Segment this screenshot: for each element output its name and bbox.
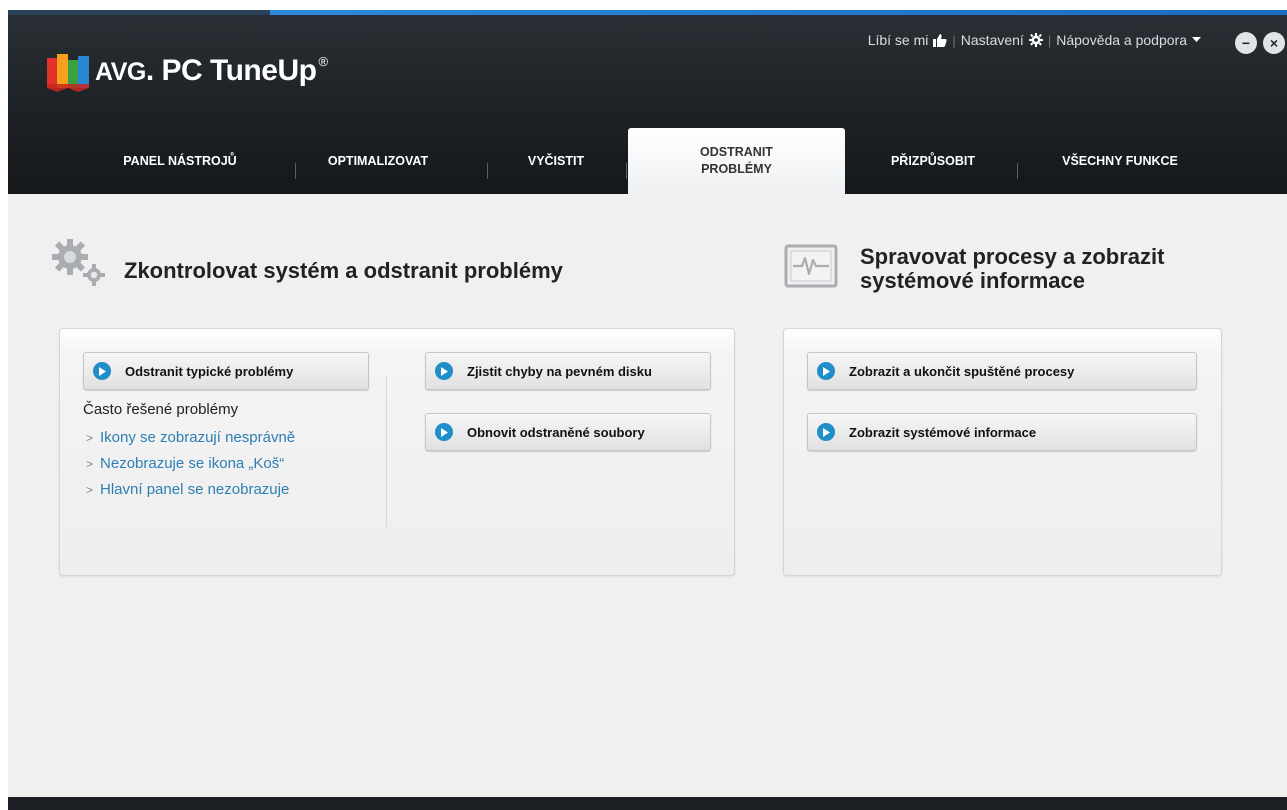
tab-separator [1017,163,1018,179]
tab-vsechny-funkce[interactable]: VŠECHNY FUNKCE [1025,128,1215,194]
settings-link-label: Nastavení [960,32,1024,48]
right-title-line1: Spravovat procesy a zobrazit [860,244,1165,269]
play-icon [817,362,835,380]
tab-separator [626,163,627,179]
fix-common-problems-label: Odstranit typické problémy [125,363,294,379]
fix-common-problems-button[interactable]: Odstranit typické problémy [83,352,369,390]
play-icon [817,423,835,441]
left-section-title: Zkontrolovat systém a odstranit problémy [124,258,563,283]
link-separator: | [952,32,956,48]
common-problems-label: Často řešené problémy [83,401,239,418]
gears-icon [52,239,105,286]
processes-label: Zobrazit a ukončit spuštěné procesy [849,363,1075,379]
restore-files-label: Obnovit odstraněné soubory [467,424,645,440]
help-link-label: Nápověda a podpora [1056,32,1187,48]
panel-divider [386,377,387,527]
logo-product: PC TuneUp [161,54,317,87]
play-icon [93,362,111,380]
processes-button[interactable]: Zobrazit a ukončit spuštěné procesy [807,352,1197,390]
problem-link-label: Ikony se zobrazují nesprávně [100,429,296,446]
window-controls: − × [1229,32,1285,54]
help-support-link[interactable]: Nápověda a podpora [1056,32,1201,48]
problem-link-icons[interactable]: > Ikony se zobrazují nesprávně [86,429,295,446]
system-info-label: Zobrazit systémové informace [849,424,1037,440]
link-separator: | [1047,32,1052,48]
tab-panel-nastroju[interactable]: PANEL NÁSTROJŮ [100,128,260,194]
tab-separator [487,163,488,179]
avg-logo-icon [47,54,89,92]
problem-link-label: Hlavní panel se nezobrazuje [100,481,290,498]
header-bar: AVG. PC TuneUp® Líbí se mi | Nastavení [8,10,1287,194]
tab-odstranit-problemy[interactable]: ODSTRANIT PROBLÉMY [628,128,845,194]
right-section-title: Spravovat procesy a zobrazit systémové i… [860,245,1164,293]
logo-brand: AVG [95,58,146,86]
tab-prizpusobit[interactable]: PŘIZPŮSOBIT [853,128,1013,194]
minimize-button[interactable]: − [1235,32,1257,54]
problem-link-label: Nezobrazuje se ikona „Koš“ [100,455,285,472]
right-title-line2: systémové informace [860,268,1085,293]
settings-link[interactable]: Nastavení [961,32,1043,48]
logo-text: AVG. PC TuneUp ® [95,54,328,87]
tab-vycistit[interactable]: VYČISTIT [496,128,616,194]
like-link-label: Líbí se mi [867,32,929,48]
check-disk-button[interactable]: Zjistit chyby na pevném disku [425,352,711,390]
play-icon [435,423,453,441]
tab-optimalizovat[interactable]: OPTIMALIZOVAT [303,128,453,194]
tab-label-line1: ODSTRANIT [700,145,773,159]
play-icon [435,362,453,380]
chevron-right-icon: > [86,457,94,471]
app-window: AVG. PC TuneUp® Líbí se mi | Nastavení [8,10,1287,810]
app-logo: AVG. PC TuneUp ® [45,48,328,94]
title-accent-progress [270,10,1287,15]
system-info-button[interactable]: Zobrazit systémové informace [807,413,1197,451]
logo-registered-mark: ® [318,54,328,69]
restore-files-button[interactable]: Obnovit odstraněné soubory [425,413,711,451]
problem-link-taskbar[interactable]: > Hlavní panel se nezobrazuje [86,481,289,498]
tab-label-line2: PROBLÉMY [701,162,772,176]
chevron-right-icon: > [86,483,94,497]
check-disk-label: Zjistit chyby na pevném disku [467,363,652,379]
monitor-pulse-icon [784,244,838,288]
like-link[interactable]: Líbí se mi [868,32,948,48]
tab-separator [295,163,296,179]
footer-bar [8,797,1287,810]
caret-down-icon [1192,37,1201,42]
thumbs-up-icon [933,33,948,47]
main-nav: PANEL NÁSTROJŮ OPTIMALIZOVAT VYČISTIT OD… [8,128,1287,194]
top-links: Líbí se mi | Nastavení | Nápověda a podp… [868,32,1201,48]
gear-icon [1028,33,1043,47]
close-button[interactable]: × [1263,32,1285,54]
problem-link-recycle-bin[interactable]: > Nezobrazuje se ikona „Koš“ [86,455,284,472]
chevron-right-icon: > [86,431,94,445]
